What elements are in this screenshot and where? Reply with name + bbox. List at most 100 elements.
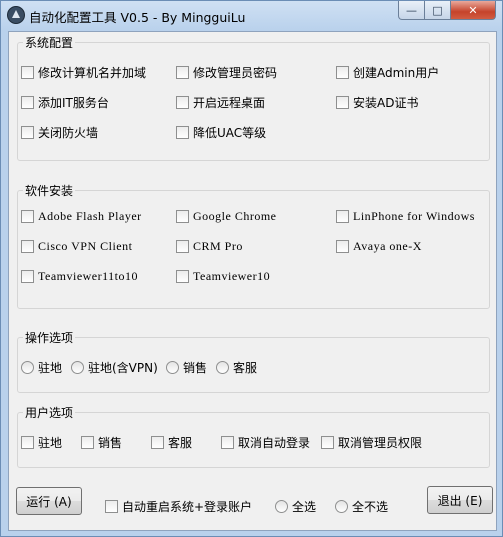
checkbox-box[interactable] xyxy=(21,210,34,223)
checkbox-label: 创建Admin用户 xyxy=(353,66,440,80)
checkbox-label: 取消自动登录 xyxy=(238,436,311,450)
checkbox-box[interactable] xyxy=(321,436,334,449)
radio-label: 驻地 xyxy=(38,361,63,375)
checkbox-teamviewer11to10[interactable]: Teamviewer11to10 xyxy=(21,269,138,284)
checkbox-label: Avaya one-X xyxy=(353,239,422,253)
window-controls: — □ ✕ xyxy=(398,1,496,20)
checkbox-box[interactable] xyxy=(176,270,189,283)
checkbox-user-customer-service[interactable]: 客服 xyxy=(151,434,192,451)
checkbox-box[interactable] xyxy=(176,126,189,139)
radio-select-all[interactable]: 全选 xyxy=(275,498,316,515)
radio-circle[interactable] xyxy=(166,361,179,374)
checkbox-user-onsite[interactable]: 驻地 xyxy=(21,434,62,451)
checkbox-box[interactable] xyxy=(176,240,189,253)
checkbox-cisco-vpn[interactable]: Cisco VPN Client xyxy=(21,239,132,254)
checkbox-adobe-flash[interactable]: Adobe Flash Player xyxy=(21,209,142,224)
checkbox-box[interactable] xyxy=(336,96,349,109)
radio-circle[interactable] xyxy=(71,361,84,374)
checkbox-box[interactable] xyxy=(336,210,349,223)
checkbox-label: 驻地 xyxy=(38,436,63,450)
checkbox-label: 销售 xyxy=(98,436,123,450)
radio-label: 全不选 xyxy=(352,500,389,514)
checkbox-enable-remote-desktop[interactable]: 开启远程桌面 xyxy=(176,94,265,111)
checkbox-label: 降低UAC等级 xyxy=(193,126,267,140)
radio-circle[interactable] xyxy=(21,361,34,374)
radio-circle[interactable] xyxy=(335,500,348,513)
checkbox-user-sales[interactable]: 销售 xyxy=(81,434,122,451)
software-install-group: 软件安装 Adobe Flash Player Google Chrome Li… xyxy=(17,182,490,309)
checkbox-box[interactable] xyxy=(21,240,34,253)
checkbox-label: 修改计算机名并加域 xyxy=(38,66,147,80)
close-button[interactable]: ✕ xyxy=(451,1,496,20)
system-config-group: 系统配置 修改计算机名并加域 修改管理员密码 创建Admin用户 添加IT服务台… xyxy=(17,34,490,161)
checkbox-box[interactable] xyxy=(336,66,349,79)
checkbox-linphone[interactable]: LinPhone for Windows xyxy=(336,209,475,224)
checkbox-box[interactable] xyxy=(176,66,189,79)
checkbox-avaya-one-x[interactable]: Avaya one-X xyxy=(336,239,422,254)
radio-select-none[interactable]: 全不选 xyxy=(335,498,388,515)
app-window: 自动化配置工具 V0.5 - By MingguiLu — □ ✕ 系统配置 修… xyxy=(0,0,503,537)
checkbox-box[interactable] xyxy=(176,96,189,109)
checkbox-label: CRM Pro xyxy=(193,239,243,253)
system-config-title: 系统配置 xyxy=(23,34,76,51)
checkbox-create-admin-user[interactable]: 创建Admin用户 xyxy=(336,64,439,81)
checkbox-label: 关闭防火墙 xyxy=(38,126,99,140)
checkbox-box[interactable] xyxy=(105,500,118,513)
checkbox-label: 客服 xyxy=(168,436,193,450)
checkbox-box[interactable] xyxy=(21,96,34,109)
checkbox-box[interactable] xyxy=(21,436,34,449)
checkbox-label: LinPhone for Windows xyxy=(353,209,475,223)
run-button[interactable]: 运行 (A) xyxy=(16,487,82,515)
window-title: 自动化配置工具 V0.5 - By MingguiLu xyxy=(29,10,246,25)
checkbox-lower-uac[interactable]: 降低UAC等级 xyxy=(176,124,266,141)
checkbox-install-ad-cert[interactable]: 安装AD证书 xyxy=(336,94,418,111)
checkbox-box[interactable] xyxy=(21,66,34,79)
radio-label: 客服 xyxy=(233,361,258,375)
operation-options-group: 操作选项 驻地 驻地(含VPN) 销售 客服 xyxy=(17,329,490,393)
checkbox-google-chrome[interactable]: Google Chrome xyxy=(176,209,277,224)
checkbox-label: Adobe Flash Player xyxy=(38,209,142,223)
checkbox-remove-admin-rights[interactable]: 取消管理员权限 xyxy=(321,434,422,451)
checkbox-label: Teamviewer11to10 xyxy=(38,269,139,283)
radio-label: 销售 xyxy=(183,361,208,375)
checkbox-rename-join-domain[interactable]: 修改计算机名并加域 xyxy=(21,64,146,81)
client-area: 系统配置 修改计算机名并加域 修改管理员密码 创建Admin用户 添加IT服务台… xyxy=(8,31,497,531)
checkbox-auto-restart-login[interactable]: 自动重启系统+登录账户 xyxy=(105,498,252,515)
checkbox-box[interactable] xyxy=(81,436,94,449)
checkbox-box[interactable] xyxy=(336,240,349,253)
checkbox-add-it-helpdesk[interactable]: 添加IT服务台 xyxy=(21,94,109,111)
checkbox-label: 添加IT服务台 xyxy=(38,96,109,110)
minimize-button[interactable]: — xyxy=(398,1,425,20)
checkbox-label: 开启远程桌面 xyxy=(193,96,266,110)
checkbox-crm-pro[interactable]: CRM Pro xyxy=(176,239,243,254)
user-options-group: 用户选项 驻地 销售 客服 取消自动登录 取消管理员权限 xyxy=(17,404,490,468)
radio-onsite[interactable]: 驻地 xyxy=(21,359,62,376)
checkbox-box[interactable] xyxy=(21,270,34,283)
radio-sales[interactable]: 销售 xyxy=(166,359,207,376)
radio-circle[interactable] xyxy=(216,361,229,374)
checkbox-label: 修改管理员密码 xyxy=(193,66,278,80)
user-options-title: 用户选项 xyxy=(23,404,76,421)
checkbox-label: Google Chrome xyxy=(193,209,277,223)
checkbox-disable-firewall[interactable]: 关闭防火墙 xyxy=(21,124,98,141)
checkbox-disable-autologin[interactable]: 取消自动登录 xyxy=(221,434,310,451)
operation-options-title: 操作选项 xyxy=(23,329,76,346)
checkbox-box[interactable] xyxy=(221,436,234,449)
radio-customer-service[interactable]: 客服 xyxy=(216,359,257,376)
checkbox-box[interactable] xyxy=(21,126,34,139)
maximize-button[interactable]: □ xyxy=(425,1,451,20)
radio-onsite-vpn[interactable]: 驻地(含VPN) xyxy=(71,359,158,376)
radio-label: 驻地(含VPN) xyxy=(88,361,158,375)
title-bar[interactable]: 自动化配置工具 V0.5 - By MingguiLu — □ ✕ xyxy=(1,1,502,29)
app-logo-icon xyxy=(7,6,25,24)
checkbox-label: 取消管理员权限 xyxy=(338,436,423,450)
checkbox-label: 安装AD证书 xyxy=(353,96,419,110)
checkbox-change-admin-password[interactable]: 修改管理员密码 xyxy=(176,64,277,81)
checkbox-teamviewer10[interactable]: Teamviewer10 xyxy=(176,269,270,284)
checkbox-box[interactable] xyxy=(151,436,164,449)
checkbox-label: Cisco VPN Client xyxy=(38,239,133,253)
checkbox-box[interactable] xyxy=(176,210,189,223)
exit-button[interactable]: 退出 (E) xyxy=(427,486,493,514)
radio-circle[interactable] xyxy=(275,500,288,513)
software-install-title: 软件安装 xyxy=(23,182,76,199)
